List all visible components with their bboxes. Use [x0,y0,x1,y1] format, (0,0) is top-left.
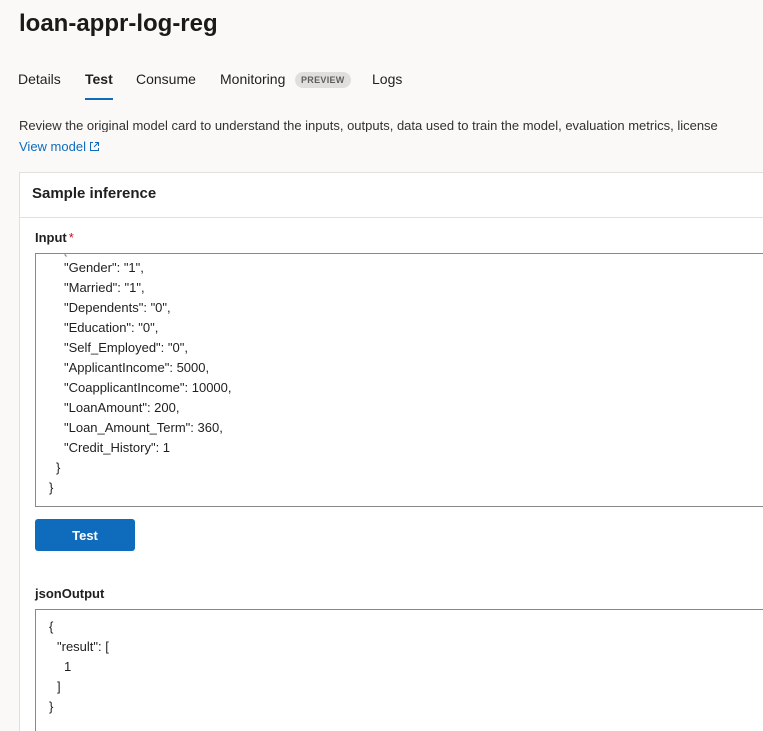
view-model-link[interactable]: View model [19,139,100,155]
required-indicator: * [68,230,74,245]
test-button[interactable]: Test [35,519,135,551]
tab-monitoring[interactable]: Monitoring [220,70,285,88]
output-line: } [49,699,54,714]
input-line: "Loan_Amount_Term": 360, [64,420,223,435]
json-output-box: { "result": [ 1 ] } [35,609,763,731]
tab-logs[interactable]: Logs [372,70,402,88]
input-line: "Gender": "1", [64,260,144,275]
view-model-label: View model [19,139,86,154]
model-test-page: loan-appr-log-reg Details Test Consume M… [0,0,763,731]
input-label: Input * [35,230,74,245]
input-line: } [49,480,54,495]
sample-inference-card: Sample inference Input* { "Gender": "1",… [19,172,763,731]
output-line: 1 [64,659,72,674]
card-header: Sample inference [20,173,763,218]
input-line: } [56,460,61,475]
input-line: "Married": "1", [64,280,145,295]
model-description: Review the original model card to unders… [19,118,718,132]
output-line: ] [57,679,61,694]
output-line: { [49,619,54,634]
external-link-icon [89,142,99,151]
input-line: "Credit_History": 1 [64,440,171,455]
input-line: "LoanAmount": 200, [64,400,180,415]
input-line: "Education": "0", [64,320,159,335]
input-line: "Dependents": "0", [64,300,171,315]
json-output-label: jsonOutput [35,586,105,601]
preview-badge: PREVIEW [295,72,351,88]
tab-test[interactable]: Test [85,70,113,100]
output-line: "result": [ [57,639,109,654]
page-title: loan-appr-log-reg [19,10,218,37]
input-line: "ApplicantIncome": 5000, [64,360,210,375]
input-line: "CoapplicantIncome": 10000, [64,380,232,395]
tab-consume[interactable]: Consume [136,70,196,88]
tab-details[interactable]: Details [18,70,61,88]
input-label-text: Input [35,230,67,245]
tab-monitoring-label: Monitoring [220,71,286,87]
input-line: "Self_Employed": "0", [64,340,188,355]
input-editor[interactable]: { "Gender": "1", "Married": "1", "Depend… [35,253,763,507]
